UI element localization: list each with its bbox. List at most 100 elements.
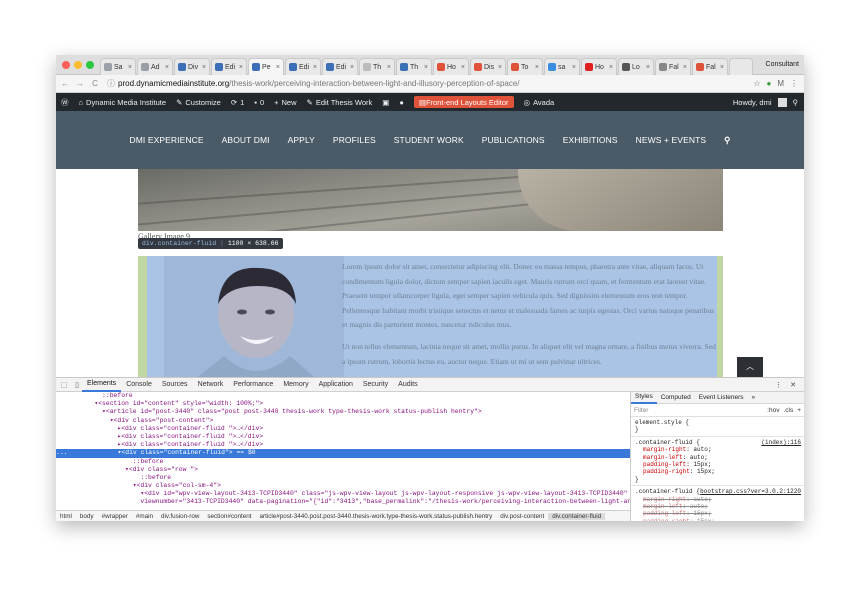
frontend-editor-link[interactable]: ▤ Front-end Layouts Editor — [409, 93, 519, 111]
minimize-window-dot[interactable] — [74, 61, 82, 69]
menu-icon[interactable]: ⋮ — [790, 79, 798, 88]
maximize-window-dot[interactable] — [86, 61, 94, 69]
back-icon[interactable]: ← — [59, 79, 71, 88]
tab-close-icon[interactable]: × — [202, 64, 206, 71]
browser-tab[interactable]: Ad × — [137, 58, 173, 75]
breadcrumb-item[interactable]: div.fusion-row — [157, 513, 203, 520]
tab-close-icon[interactable]: × — [387, 64, 391, 71]
devtools-tab-sources[interactable]: Sources — [157, 378, 193, 392]
browser-tab[interactable]: Ho × — [433, 58, 469, 75]
breadcrumb-item[interactable]: body — [76, 513, 98, 520]
tab-close-icon[interactable]: × — [461, 64, 465, 71]
filter-tool[interactable]: :hov — [767, 407, 779, 414]
browser-tab[interactable]: Ho × — [581, 58, 617, 75]
info-icon[interactable]: ⓘ — [107, 78, 115, 89]
rule-source-link[interactable]: (index):116 — [761, 439, 801, 446]
devtools-tab-network[interactable]: Network — [193, 378, 229, 392]
css-property[interactable]: padding-left: 15px; — [635, 461, 800, 468]
dom-node[interactable]: ▸<div class="container-fluid ">…</div> — [56, 441, 630, 449]
breadcrumb-item[interactable]: article#post-3440.post.post-3440.thesis-… — [255, 513, 496, 520]
tab-close-icon[interactable]: × — [128, 64, 132, 71]
filter-tool[interactable]: .cls — [783, 407, 793, 414]
profile-name[interactable]: Consultant — [766, 61, 799, 68]
tab-close-icon[interactable]: × — [313, 64, 317, 71]
nav-item-dmi-experience[interactable]: DMI EXPERIENCE — [121, 135, 213, 145]
css-property[interactable]: margin-right: auto; — [635, 496, 800, 503]
close-devtools-icon[interactable]: ✕ — [790, 381, 796, 389]
device-toolbar-icon[interactable]: ▯ — [72, 381, 82, 389]
browser-tab[interactable]: To × — [507, 58, 543, 75]
dom-node[interactable]: ::before — [56, 392, 630, 400]
reload-icon[interactable]: C — [89, 79, 101, 88]
devtools-tab-console[interactable]: Console — [121, 378, 157, 392]
howdy-label[interactable]: Howdy, dmi — [733, 98, 772, 107]
rule-selector[interactable]: element.style { — [635, 419, 800, 426]
devtools-tab-elements[interactable]: Elements — [82, 378, 122, 392]
breadcrumb-item[interactable]: section#content — [203, 513, 255, 520]
comments-link[interactable]: ▪ 0 — [249, 93, 269, 111]
devtools-tab-memory[interactable]: Memory — [278, 378, 313, 392]
nav-item-apply[interactable]: APPLY — [279, 135, 324, 145]
nav-item-profiles[interactable]: PROFILES — [324, 135, 385, 145]
tab-close-icon[interactable]: × — [609, 64, 613, 71]
avatar[interactable] — [777, 97, 787, 107]
nav-item-student-work[interactable]: STUDENT WORK — [385, 135, 473, 145]
browser-tab[interactable]: Lo × — [618, 58, 654, 75]
nav-item-exhibitions[interactable]: EXHIBITIONS — [554, 135, 627, 145]
nav-item-about-dmi[interactable]: ABOUT DMI — [213, 135, 279, 145]
devtools-tab-audits[interactable]: Audits — [393, 378, 422, 392]
scroll-to-top-button[interactable]: ︿ — [737, 357, 763, 377]
css-property[interactable]: margin-left: auto; — [635, 454, 800, 461]
tab-close-icon[interactable]: × — [535, 64, 539, 71]
browser-tab[interactable]: Dis × — [470, 58, 506, 75]
browser-tab[interactable]: sa × — [544, 58, 580, 75]
close-window-dot[interactable] — [62, 61, 70, 69]
css-property[interactable]: padding-right: 15px; — [635, 468, 800, 475]
inspect-element-icon[interactable]: ⬚ — [59, 381, 69, 389]
css-property[interactable]: margin-left: auto; — [635, 503, 800, 510]
tab-close-icon[interactable]: × — [165, 64, 169, 71]
filter-tool[interactable]: + — [797, 407, 801, 414]
styles-tab[interactable]: Computed — [657, 392, 695, 404]
breadcrumb-item[interactable]: div.post-content — [496, 513, 548, 520]
dom-node[interactable]: ▸<div class="container-fluid ">…</div> — [56, 433, 630, 441]
edit-link[interactable]: ✎ Edit Thesis Work — [302, 93, 378, 111]
browser-tab[interactable]: Fal × — [692, 58, 728, 75]
dom-node[interactable]: ::before — [56, 458, 630, 466]
browser-tab[interactable]: Fal × — [655, 58, 691, 75]
dom-node[interactable]: ::before — [56, 474, 630, 482]
browser-tab[interactable]: Sa × — [100, 58, 136, 75]
breadcrumb-item[interactable]: #main — [132, 513, 157, 520]
css-property[interactable]: margin-right: auto; — [635, 446, 800, 453]
dom-node[interactable]: ▾<section id="content" style="width: 100… — [56, 400, 630, 408]
css-property[interactable]: padding-right: 15px; — [635, 518, 800, 521]
new-link[interactable]: + New — [269, 93, 301, 111]
updates-link[interactable]: ⟳ 1 — [226, 93, 249, 111]
bookmark-star-icon[interactable]: ☆ — [753, 79, 760, 88]
forward-icon[interactable]: → — [74, 79, 86, 88]
wordpress-logo-icon[interactable]: Ⓦ — [56, 93, 74, 111]
devtools-tab-performance[interactable]: Performance — [228, 378, 278, 392]
styles-tab[interactable]: » — [748, 392, 760, 404]
rule-source-link[interactable]: bootstrap.css?ver=3.0.2:1220 — [700, 488, 801, 495]
dom-node[interactable]: ▾<div class="row "> — [56, 466, 630, 474]
tab-close-icon[interactable]: × — [683, 64, 687, 71]
search-icon[interactable]: ⚲ — [793, 98, 799, 107]
extension-icon[interactable]: ● — [766, 79, 771, 88]
site-name-link[interactable]: ⌂ Dynamic Media Institute — [74, 93, 172, 111]
browser-tab[interactable]: Edi × — [285, 58, 321, 75]
tab-close-icon[interactable]: × — [720, 64, 724, 71]
devtools-tab-application[interactable]: Application — [314, 378, 358, 392]
dom-node[interactable]: viewnumber="3413-TCPID3440" data-paginat… — [56, 498, 630, 506]
browser-tab[interactable]: Th × — [359, 58, 395, 75]
browser-tab[interactable]: Pe × — [248, 58, 284, 75]
filter-input[interactable]: Filter — [634, 407, 648, 414]
tab-close-icon[interactable]: × — [572, 64, 576, 71]
browser-tab[interactable]: Edi × — [211, 58, 247, 75]
nav-item-news-events[interactable]: NEWS + EVENTS — [627, 135, 716, 145]
dom-node[interactable]: ▸<div class="container-fluid ">…</div> — [56, 425, 630, 433]
styles-tab[interactable]: Event Listeners — [695, 392, 748, 404]
styles-tab[interactable]: Styles — [631, 392, 657, 404]
tab-close-icon[interactable]: × — [350, 64, 354, 71]
dom-node[interactable]: ▾<div class="post-content"> — [56, 417, 630, 425]
